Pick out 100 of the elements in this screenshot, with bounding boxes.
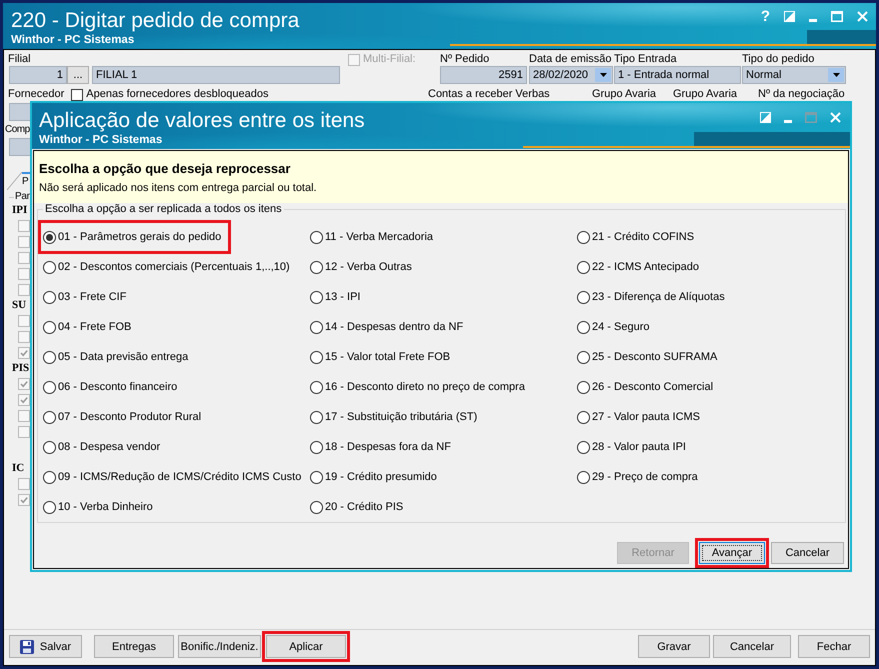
radio-button[interactable] — [43, 320, 56, 334]
option-label[interactable]: 01 - Parâmetros gerais do pedido — [58, 230, 222, 244]
radio-button[interactable] — [577, 440, 590, 454]
dialog-button[interactable]: Cancelar — [771, 542, 844, 564]
option-label[interactable]: 06 - Desconto financeiro — [58, 380, 178, 394]
text-field[interactable] — [9, 138, 30, 156]
radio-button[interactable] — [43, 410, 56, 424]
column-label: Grupo Avaria — [673, 88, 738, 101]
split-square-icon[interactable] — [784, 10, 795, 22]
option-label[interactable]: 08 - Despesa vendor — [58, 440, 160, 454]
combo-box[interactable]: Normal — [742, 66, 846, 84]
radio-button[interactable] — [577, 350, 590, 364]
option-label[interactable]: 20 - Crédito PIS — [325, 500, 404, 514]
option-label[interactable]: 12 - Verba Outras — [325, 260, 412, 274]
radio-button[interactable] — [43, 350, 56, 364]
radio-button[interactable] — [310, 320, 323, 334]
split-square-icon[interactable] — [760, 112, 771, 122]
option-label[interactable]: 15 - Valor total Frete FOB — [325, 350, 450, 364]
option-label[interactable]: 05 - Data previsão entrega — [58, 350, 188, 364]
radio-button[interactable] — [310, 230, 323, 244]
action-button[interactable]: Salvar — [9, 635, 82, 658]
dialog-note: Não será aplicado nos itens com entrega parcial ou total. — [39, 181, 318, 195]
radio-button[interactable] — [577, 230, 590, 244]
text-field[interactable]: 1 — [9, 66, 67, 84]
radio-button[interactable] — [310, 350, 323, 364]
radio-button[interactable] — [43, 500, 56, 514]
radio-button[interactable] — [577, 410, 590, 424]
radio-button[interactable] — [577, 320, 590, 334]
option-label[interactable]: 23 - Diferença de Alíquotas — [592, 290, 725, 304]
option-label[interactable]: 26 - Desconto Comercial — [592, 380, 714, 394]
option-label[interactable]: 04 - Frete FOB — [58, 320, 132, 334]
checkbox[interactable] — [71, 88, 84, 100]
text-field[interactable]: 2591 — [440, 66, 527, 84]
column-label: Nº da negociação — [758, 88, 845, 101]
radio-button[interactable] — [310, 500, 323, 514]
option-label[interactable]: 28 - Valor pauta IPI — [592, 440, 686, 454]
window-title: Aplicação de valores entre os itens — [39, 109, 365, 133]
action-button[interactable]: Aplicar — [266, 635, 346, 658]
text-field[interactable]: FILIAL 1 — [92, 66, 340, 84]
dropdown-button[interactable] — [595, 68, 611, 82]
radio-button[interactable] — [43, 380, 56, 394]
field-label: Nº Pedido — [440, 53, 490, 66]
minimize-icon[interactable] — [784, 120, 792, 122]
radio-button[interactable] — [43, 470, 56, 484]
group-label: Escolha a opção a ser replicada a todos os itens — [43, 204, 284, 215]
option-label[interactable]: 19 - Crédito presumido — [325, 470, 437, 484]
option-label[interactable]: 13 - IPI — [325, 290, 360, 304]
tab[interactable]: P — [7, 172, 30, 190]
dialog-button[interactable]: Avançar — [699, 542, 765, 564]
text-field[interactable] — [9, 103, 30, 121]
option-label[interactable]: 18 - Despesas fora da NF — [325, 440, 451, 454]
action-button[interactable]: Cancelar — [713, 635, 791, 658]
radio-button[interactable] — [43, 230, 56, 244]
option-label[interactable]: 03 - Frete CIF — [58, 290, 126, 304]
action-button[interactable]: Gravar — [638, 635, 710, 658]
option-label[interactable]: 27 - Valor pauta ICMS — [592, 410, 700, 424]
action-button[interactable]: Bonific./Indeniz. — [178, 635, 261, 658]
field-label: Data de emissão — [529, 53, 613, 66]
radio-button[interactable] — [43, 440, 56, 454]
dropdown-button[interactable] — [828, 68, 844, 82]
radio-button[interactable] — [310, 260, 323, 274]
browse-button[interactable]: ... — [67, 66, 89, 84]
radio-button[interactable] — [43, 290, 56, 304]
radio-button[interactable] — [310, 380, 323, 394]
option-label[interactable]: 11 - Verba Mercadoria — [325, 230, 434, 244]
option-label[interactable]: 17 - Substituição tributária (ST) — [325, 410, 478, 424]
radio-button[interactable] — [577, 380, 590, 394]
radio-button[interactable] — [577, 260, 590, 274]
action-button[interactable]: Fechar — [798, 635, 870, 658]
option-label[interactable]: 22 - ICMS Antecipado — [592, 260, 700, 274]
radio-button[interactable] — [310, 440, 323, 454]
radio-button[interactable] — [577, 470, 590, 484]
field-label: Filial — [8, 53, 32, 66]
close-icon[interactable] — [857, 10, 868, 22]
option-label[interactable]: 02 - Descontos comerciais (Percentuais 1,..,10) — [58, 260, 290, 274]
checkbox-label: Multi-Filial: — [363, 53, 416, 66]
option-label[interactable]: 14 - Despesas dentro da NF — [325, 320, 464, 334]
action-button[interactable]: Entregas — [94, 635, 174, 658]
section-title: SU — [12, 298, 28, 313]
radio-button[interactable] — [43, 260, 56, 274]
text-field[interactable]: 1 - Entrada normal — [614, 66, 741, 84]
minimize-icon[interactable] — [809, 18, 817, 22]
field-label: Tipo do pedido — [742, 53, 816, 66]
radio-button[interactable] — [310, 470, 323, 484]
checkbox-label[interactable]: Apenas fornecedores desbloqueados — [86, 88, 269, 101]
radio-button[interactable] — [310, 410, 323, 424]
option-label[interactable]: 29 - Preço de compra — [592, 470, 698, 484]
combo-box[interactable]: 28/02/2020 — [529, 66, 613, 84]
radio-button[interactable] — [310, 290, 323, 304]
option-label[interactable]: 25 - Desconto SUFRAMA — [592, 350, 718, 364]
option-label[interactable]: 10 - Verba Dinheiro — [58, 500, 153, 514]
option-label[interactable]: 16 - Desconto direto no preço de compra — [325, 380, 525, 394]
option-label[interactable]: 07 - Desconto Produtor Rural — [58, 410, 202, 424]
dialog-heading: Escolha a opção que deseja reprocessar — [39, 161, 292, 177]
radio-button[interactable] — [577, 290, 590, 304]
option-label[interactable]: 09 - ICMS/Redução de ICMS/Crédito ICMS Custo — [58, 470, 302, 484]
option-label[interactable]: 24 - Seguro — [592, 320, 650, 334]
option-label[interactable]: 21 - Crédito COFINS — [592, 230, 694, 244]
caret-down-icon — [600, 73, 606, 77]
close-icon[interactable] — [830, 112, 841, 122]
